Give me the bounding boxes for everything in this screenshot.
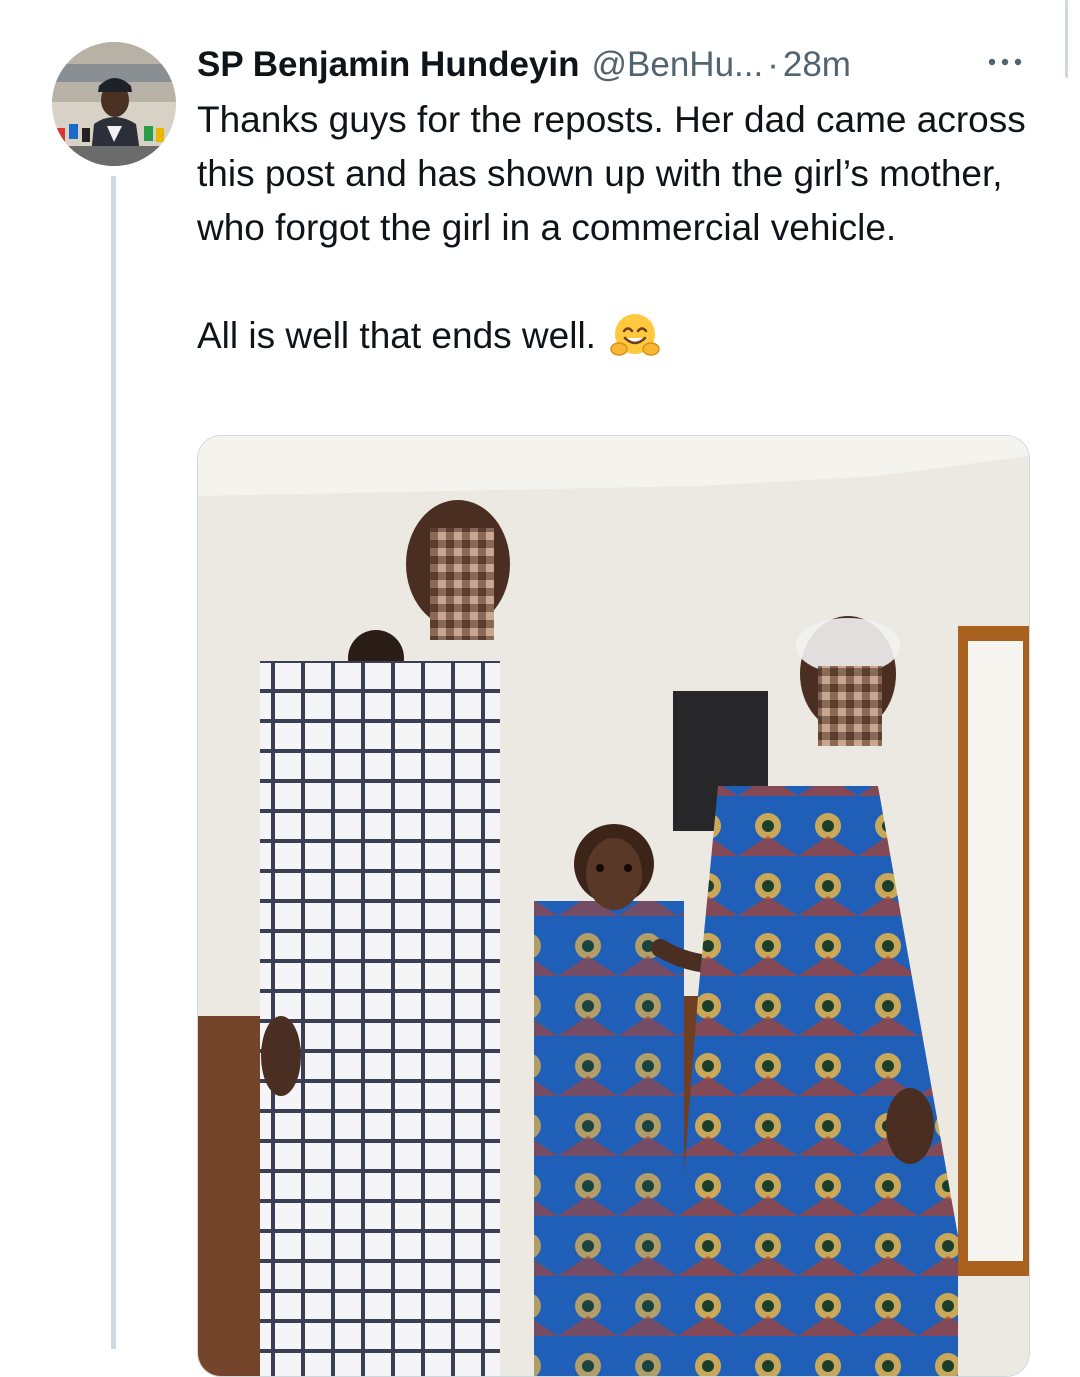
author-handle[interactable]: @BenHu...: [592, 38, 764, 92]
author-name[interactable]: SP Benjamin Hundeyin: [197, 38, 580, 92]
thread-line: [111, 176, 116, 1349]
scroll-indicator: [1065, 0, 1068, 78]
header-separator: ·: [767, 45, 779, 84]
family-photo: [198, 436, 1029, 1376]
tweet-photo[interactable]: [197, 435, 1030, 1377]
tweet-text-paragraph-2: All is well that ends well.: [197, 309, 1047, 363]
more-options-button[interactable]: [985, 42, 1025, 82]
tweet-text: Thanks guys for the reposts. Her dad cam…: [197, 93, 1047, 363]
tweet-header: SP Benjamin Hundeyin @BenHu... · 28m: [197, 38, 1057, 92]
hugging-face-emoji-icon: [610, 311, 660, 361]
avatar[interactable]: [52, 42, 176, 166]
tweet-timestamp[interactable]: 28m: [783, 38, 851, 92]
tweet-text-paragraph: Thanks guys for the reposts. Her dad cam…: [197, 99, 1026, 248]
tweet-text-closing: All is well that ends well.: [197, 315, 596, 356]
avatar-image: [52, 42, 176, 166]
more-horizontal-icon: [988, 58, 1022, 66]
